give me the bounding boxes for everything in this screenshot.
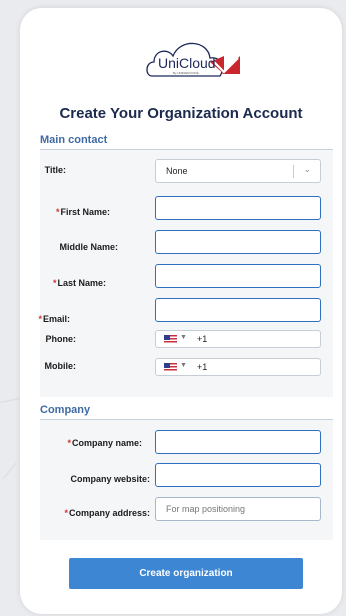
required-marker: *: [64, 508, 68, 518]
page-title: Create Your Organization Account: [59, 105, 303, 122]
required-marker: *: [67, 438, 71, 448]
last-name-label: *Last Name:: [24, 278, 106, 288]
company-website-input[interactable]: [155, 463, 321, 487]
company-name-label: *Company name:: [24, 438, 142, 448]
unicloud-logo: UniCloud By UNIFIEDVOICE: [142, 28, 254, 84]
company-address-label-text: Company address:: [68, 508, 150, 518]
background-line: [0, 397, 20, 404]
first-name-label: *First Name:: [24, 207, 110, 217]
us-flag-icon[interactable]: [164, 335, 177, 344]
email-input[interactable]: [155, 298, 321, 322]
logo-tagline: By UNIFIEDVOICE: [173, 71, 199, 75]
phone-label: Phone:: [45, 334, 77, 344]
mobile-input[interactable]: ▼ +1: [155, 358, 321, 376]
email-label-text: Email:: [42, 314, 70, 324]
mobile-dial-code: +1: [197, 362, 208, 372]
company-address-input[interactable]: For map positioning: [155, 497, 321, 521]
first-name-input[interactable]: [155, 196, 321, 220]
select-separator: [293, 165, 294, 178]
caret-down-icon[interactable]: ▼: [180, 334, 187, 341]
phone-input[interactable]: ▼ +1: [155, 330, 321, 348]
title-select[interactable]: None ⌄: [155, 159, 321, 183]
caret-down-icon[interactable]: ▼: [180, 362, 187, 369]
company-name-input[interactable]: [155, 430, 321, 454]
mobile-label: Mobile:: [44, 361, 77, 371]
chevron-down-icon[interactable]: ⌄: [303, 164, 311, 175]
us-flag-icon[interactable]: [164, 363, 177, 372]
company-section-title: Company: [40, 404, 91, 416]
signup-card: UniCloud By UNIFIEDVOICE Create Your Org…: [20, 8, 342, 614]
title-select-value: None: [166, 166, 188, 176]
required-marker: *: [38, 314, 42, 324]
last-name-input[interactable]: [155, 264, 321, 288]
middle-name-input[interactable]: [155, 230, 321, 254]
logo-brand-text: UniCloud: [158, 55, 216, 71]
phone-dial-code: +1: [197, 334, 208, 344]
email-label: *Email:: [24, 314, 70, 324]
main-contact-section-title: Main contact: [40, 134, 108, 146]
company-address-placeholder: For map positioning: [166, 504, 246, 514]
required-marker: *: [52, 278, 57, 288]
create-organization-button[interactable]: Create organization: [69, 558, 303, 589]
title-label: Title:: [44, 165, 66, 175]
company-address-label: *Company address:: [24, 508, 150, 518]
company-website-label: Company website:: [70, 474, 150, 484]
company-name-label-text: Company name:: [71, 438, 142, 448]
first-name-label-text: First Name:: [60, 207, 110, 217]
required-marker: *: [55, 207, 60, 217]
background-line: [3, 462, 17, 479]
middle-name-label: Middle Name:: [59, 242, 118, 252]
last-name-label-text: Last Name:: [57, 278, 106, 288]
